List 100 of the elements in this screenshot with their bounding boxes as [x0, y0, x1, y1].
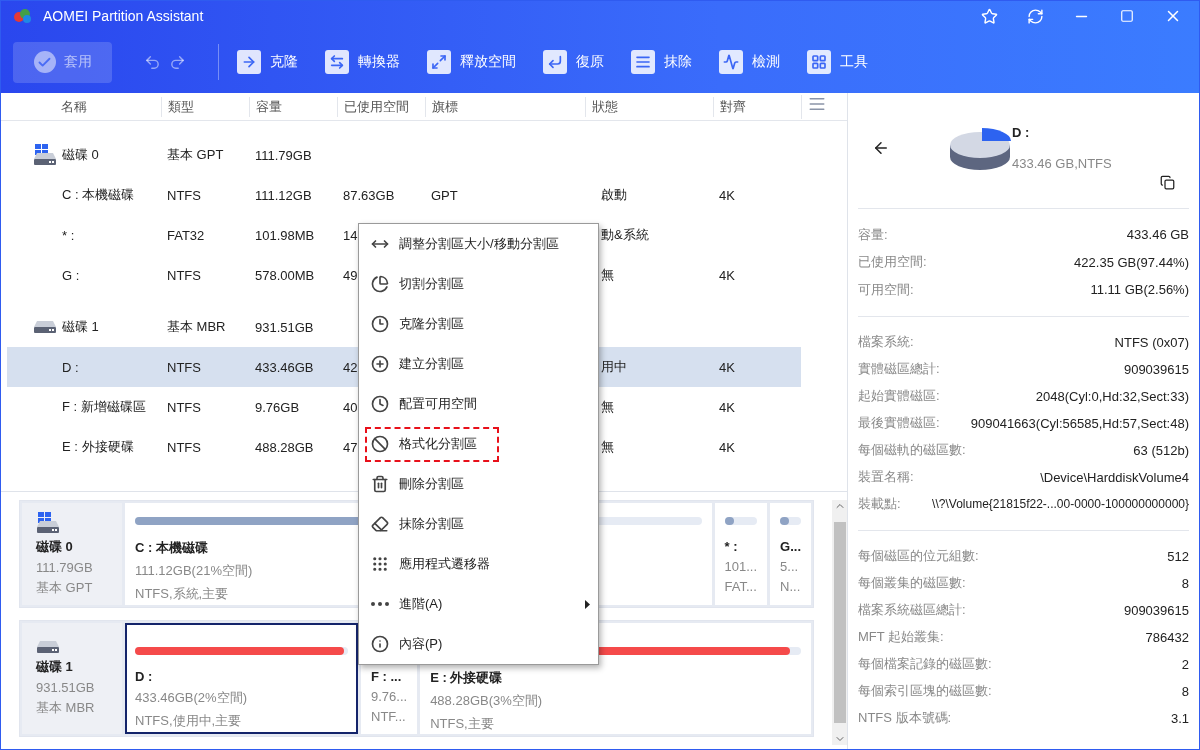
table-cell: 40: [343, 399, 358, 415]
column-header[interactable]: 對齊: [713, 96, 801, 117]
undo-button[interactable]: [144, 53, 161, 71]
name-cell: C : 本機磁碟: [62, 186, 135, 204]
detail-label: 每個叢集的磁區數:: [858, 574, 966, 592]
detail-label: 容量:: [858, 225, 888, 244]
name-cell: G :: [62, 267, 80, 283]
menu-item[interactable]: 刪除分割區: [359, 464, 598, 504]
table-cell: GPT: [431, 187, 458, 203]
detail-label: 檔案系統磁區總計:: [858, 601, 966, 619]
clock-icon: [371, 395, 389, 413]
column-header[interactable]: 狀態: [585, 96, 713, 117]
name-cell: * :: [62, 227, 75, 243]
expand-arrows-icon: [427, 50, 451, 74]
table-cell: 111.79GB: [255, 147, 312, 163]
partition-name: C : 本機磁碟: [135, 539, 208, 557]
scrollbar[interactable]: [832, 500, 847, 745]
detail-label: 每個檔案記錄的磁區數:: [858, 655, 992, 673]
detail-label: MFT 起始叢集:: [858, 628, 944, 646]
partition-info: FAT...: [724, 579, 757, 594]
partition-size: 9.76...: [371, 689, 408, 704]
grid-icon: [807, 50, 831, 74]
detail-value: 512: [1167, 548, 1189, 564]
name-cell: D :: [62, 359, 79, 375]
detail-value: 2048(Cyl:0,Hd:32,Sect:33): [1035, 388, 1189, 404]
menu-item[interactable]: 應用程式遷移器: [359, 544, 598, 584]
window-title: AOMEI Partition Assistant: [43, 8, 205, 24]
table-cell: NTFS: [167, 359, 201, 375]
partition-size: 5...: [780, 559, 799, 574]
partition-summary: 433.46 GB,NTFS: [1012, 156, 1112, 171]
detail-label: 裝載點:: [858, 495, 901, 513]
disk-type: 基本 GPT: [36, 578, 94, 597]
detail-label: 最後實體磁區:: [858, 414, 940, 432]
table-cell: NTFS: [167, 399, 201, 415]
star-icon[interactable]: [980, 7, 998, 25]
menu-item[interactable]: 克隆分割區: [359, 304, 598, 344]
detail-value: 11.11 GB(2.56%): [1090, 282, 1189, 298]
menu-item[interactable]: 格式化分割區: [359, 424, 598, 464]
detail-value: \\?\Volume{21815f22-...00-0000-100000000000}: [932, 497, 1189, 511]
clock-icon: [371, 315, 389, 333]
refresh-icon[interactable]: [1026, 7, 1044, 25]
column-header[interactable]: 旗標: [425, 96, 585, 117]
table-cell: 動&系統: [601, 226, 649, 244]
eraser-icon: [371, 515, 389, 533]
toolbar-button[interactable]: 復原: [543, 50, 604, 74]
disk-name: 磁碟 0: [36, 537, 74, 556]
detail-label: 起始實體磁區:: [858, 387, 940, 405]
detail-value: NTFS (0x07): [1114, 334, 1189, 350]
partition-info: NTFS,使用中,主要: [135, 712, 242, 730]
partition-name: D :: [135, 669, 153, 684]
info-icon: [371, 635, 389, 653]
table-cell: NTFS: [167, 187, 201, 203]
partition-block[interactable]: G... 5... N...: [770, 503, 811, 605]
menu-item[interactable]: 建立分割區: [359, 344, 598, 384]
toolbar-button[interactable]: 抹除: [631, 50, 692, 74]
pulse-icon: [719, 50, 743, 74]
menu-item[interactable]: 內容(P): [359, 624, 598, 664]
column-header[interactable]: 名稱: [7, 96, 161, 117]
menu-item[interactable]: 抹除分割區: [359, 504, 598, 544]
partition-name: * :: [724, 539, 738, 554]
detail-value: 2: [1181, 656, 1189, 672]
partition-block[interactable]: D : 433.46GB(2%空間) NTFS,使用中,主要: [125, 623, 358, 734]
detail-label: 每個磁軌的磁區數:: [858, 441, 966, 459]
table-cell: 啟動: [601, 186, 627, 204]
table-cell: NTFS: [167, 439, 201, 455]
ellipsis-icon: [371, 602, 389, 606]
toolbar-button[interactable]: 工具: [807, 50, 868, 74]
partition-info: NTFS,系統,主要: [135, 585, 229, 603]
table-cell: 931.51GB: [255, 319, 314, 335]
copy-icon[interactable]: [1160, 175, 1175, 190]
menu-item[interactable]: 配置可用空間: [359, 384, 598, 424]
detail-label: 每個磁區的位元組數:: [858, 547, 979, 565]
table-cell: 4K: [719, 399, 735, 415]
partition-block[interactable]: * : 101... FAT...: [714, 503, 768, 605]
partition-size: 111.12GB(21%空間): [135, 562, 253, 580]
column-header[interactable]: 已使用空間: [337, 96, 425, 117]
redo-button[interactable]: [169, 53, 186, 71]
name-cell: F : 新增磁碟區: [62, 398, 146, 416]
toolbar-button[interactable]: 檢測: [719, 50, 780, 74]
column-header[interactable]: 類型: [161, 96, 249, 117]
table-cell: 433.46GB: [255, 359, 314, 375]
toolbar-button[interactable]: 釋放空間: [427, 50, 516, 74]
table-cell: NTFS: [167, 267, 201, 283]
detail-value: 909041663(Cyl:56585,Hd:57,Sect:48): [970, 415, 1189, 431]
column-header[interactable]: 容量: [249, 96, 337, 117]
toolbar-button[interactable]: 克隆: [237, 50, 298, 74]
maximize-icon[interactable]: [1120, 9, 1134, 23]
table-cell: 47: [343, 439, 358, 455]
table-cell: 87.63GB: [343, 187, 395, 203]
menu-item[interactable]: 切割分割區: [359, 264, 598, 304]
detail-value: 909039615: [1123, 361, 1189, 377]
menu-item[interactable]: 調整分割區大小/移動分割區: [359, 224, 598, 264]
partition-size: 433.46GB(2%空間): [135, 689, 247, 707]
detail-label: 裝置名稱:: [858, 468, 914, 486]
table-cell: 42: [343, 359, 358, 375]
toolbar-button[interactable]: 轉換器: [325, 50, 400, 74]
menu-item[interactable]: 進階(A): [359, 584, 598, 624]
table-cell: 578.00MB: [255, 267, 315, 283]
detail-value: \Device\HarddiskVolume4: [1040, 469, 1189, 485]
table-cell: 4K: [719, 267, 735, 283]
